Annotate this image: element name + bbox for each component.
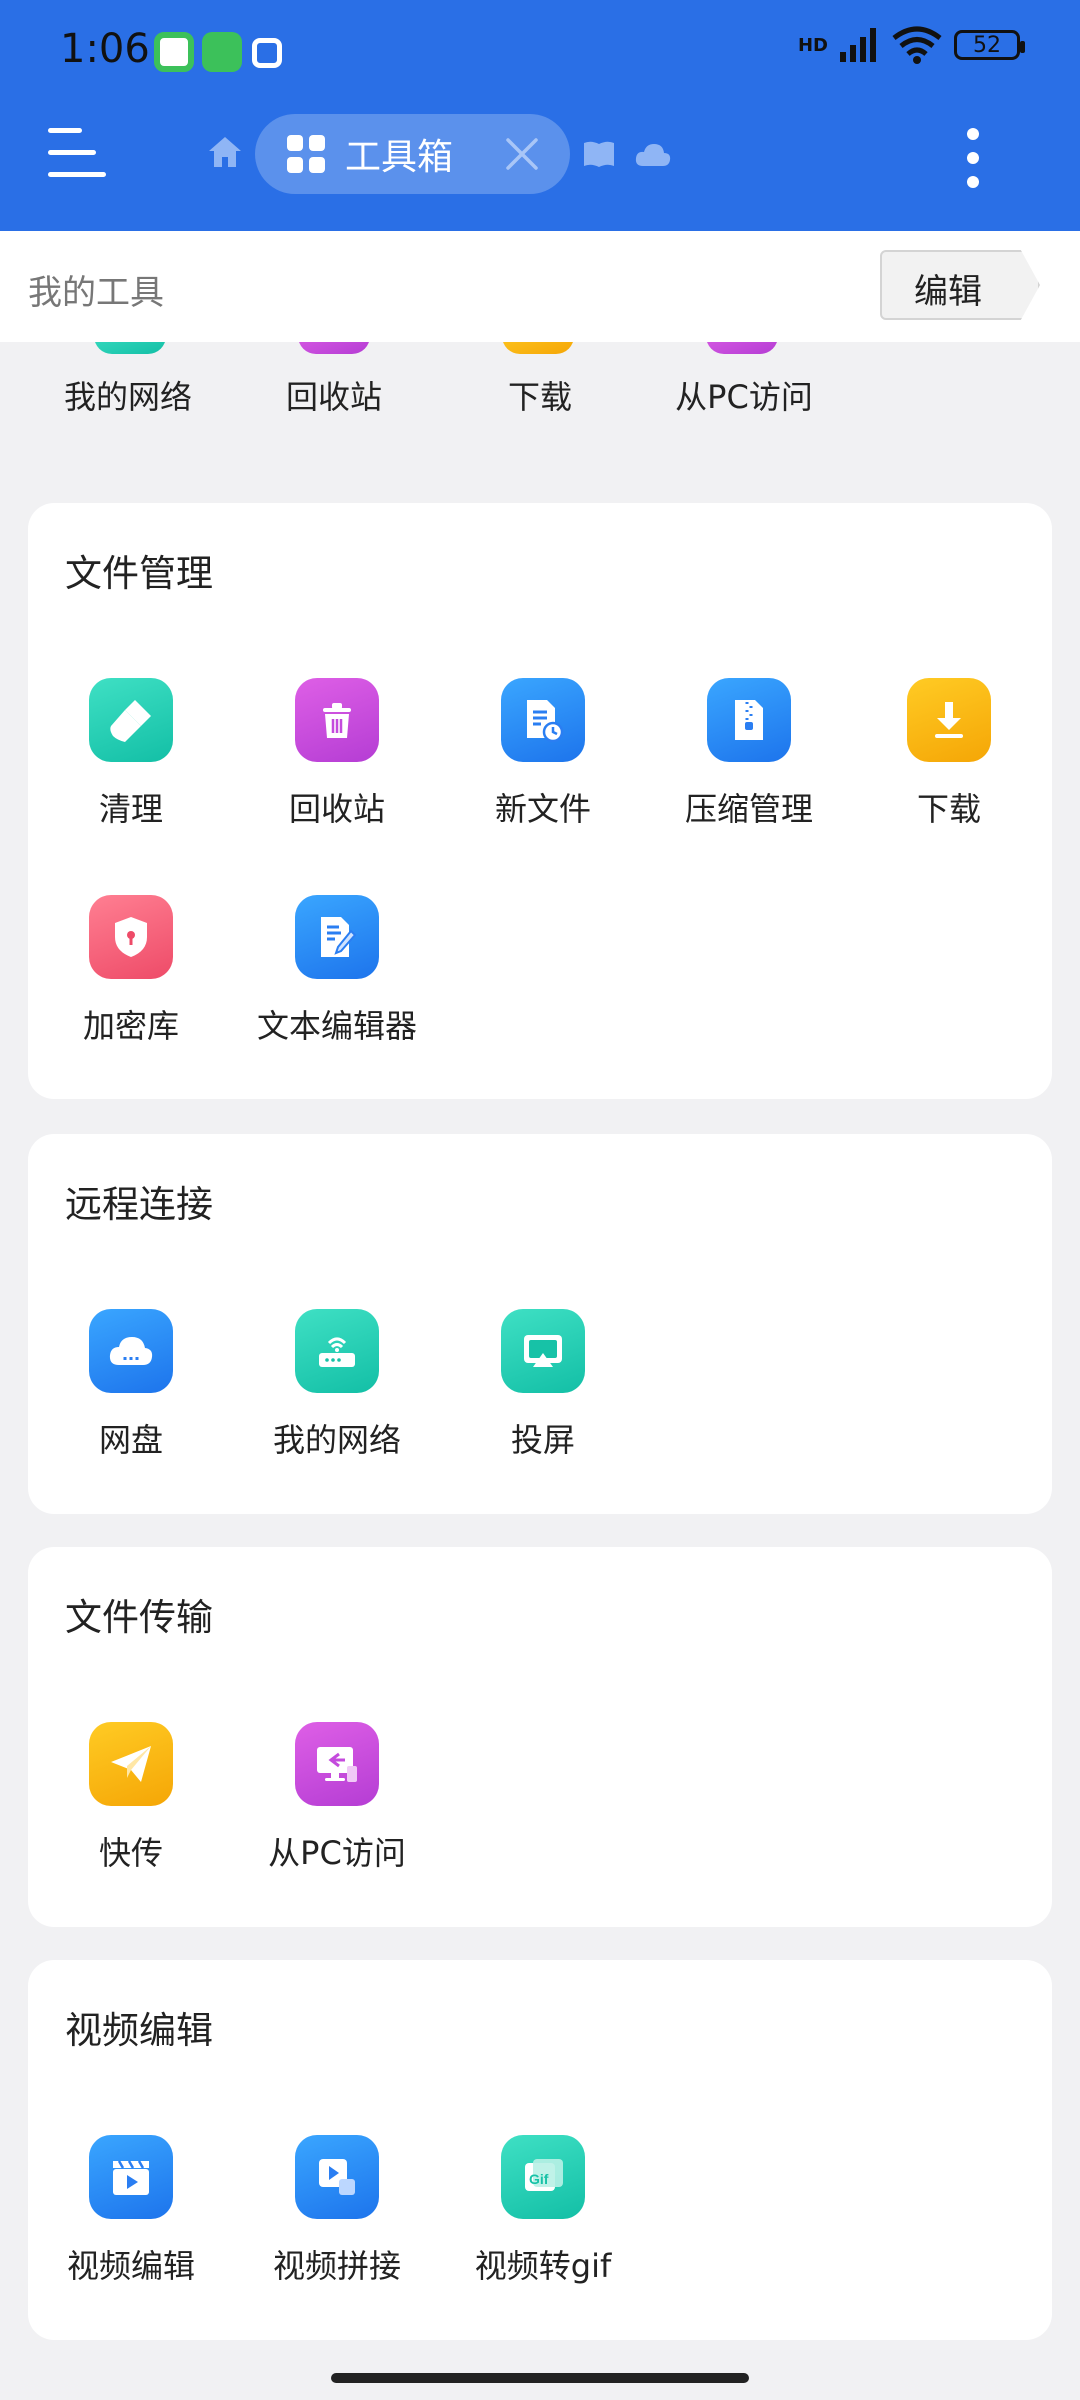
wifi-icon xyxy=(892,26,942,64)
tool-label: 文本编辑器 xyxy=(256,1007,417,1045)
tool-label: 清理 xyxy=(98,790,163,828)
shield-lock-icon xyxy=(89,895,173,979)
tool-label: 新文件 xyxy=(494,790,591,828)
tool-recycle-bin[interactable]: 回收站 xyxy=(234,678,440,830)
zip-icon xyxy=(707,678,791,762)
tool-label: 下载 xyxy=(916,790,981,828)
signal-icon xyxy=(840,28,876,62)
tool-vault[interactable]: 加密库 xyxy=(28,895,234,1047)
network-type: HD xyxy=(797,34,828,56)
pinned-tool-label[interactable]: 从PC访问 xyxy=(644,372,844,418)
tool-label: 我的网络 xyxy=(272,1421,401,1459)
edit-button[interactable]: 编辑 xyxy=(880,250,1040,320)
edit-button-label: 编辑 xyxy=(914,272,982,312)
section-title: 视频编辑 xyxy=(65,2009,213,2052)
tool-quick-send[interactable]: 快传 xyxy=(28,1722,234,1874)
tab-toolbox-label: 工具箱 xyxy=(345,137,454,178)
tool-text-editor[interactable]: 文本编辑器 xyxy=(234,895,440,1047)
top-bar: 1:06 HD 52 工具箱 xyxy=(0,0,1080,231)
pinned-tool-label[interactable]: 下载 xyxy=(440,372,640,418)
pinned-tool-label[interactable]: 我的网络 xyxy=(28,372,228,418)
section-file-transfer: 文件传输 快传 从PC访问 xyxy=(28,1547,1052,1927)
screen-cast-icon xyxy=(501,1309,585,1393)
tool-new-file[interactable]: 新文件 xyxy=(440,678,646,830)
section-file-management: 文件管理 清理 回收站 新文件 压缩管理 下载 加密库 文本编辑器 xyxy=(28,503,1052,1099)
new-file-icon xyxy=(501,678,585,762)
tool-label: 视频转gif xyxy=(474,2247,612,2285)
section-video-editing: 视频编辑 视频编辑 视频拼接 Gif 视频转gif xyxy=(28,1960,1052,2340)
menu-icon[interactable] xyxy=(48,128,106,180)
status-bar: 1:06 HD 52 xyxy=(0,0,1080,104)
status-time: 1:06 xyxy=(60,26,150,72)
app-notification-icon-3 xyxy=(252,38,282,68)
app-notification-icon-2 xyxy=(202,32,242,72)
tool-label: 视频编辑 xyxy=(66,2247,195,2285)
tool-label: 视频拼接 xyxy=(272,2247,401,2285)
tool-video-merge[interactable]: 视频拼接 xyxy=(234,2135,440,2287)
tool-clean[interactable]: 清理 xyxy=(28,678,234,830)
svg-text:Gif: Gif xyxy=(529,2171,549,2187)
tool-my-network[interactable]: 我的网络 xyxy=(234,1309,440,1461)
download-icon xyxy=(907,678,991,762)
tool-label: 从PC访问 xyxy=(268,1834,406,1872)
text-editor-icon xyxy=(295,895,379,979)
section-remote-connection: 远程连接 网盘 我的网络 投屏 xyxy=(28,1134,1052,1514)
tool-pc-access[interactable]: 从PC访问 xyxy=(234,1722,440,1874)
close-icon[interactable] xyxy=(504,136,540,172)
clapper-icon xyxy=(89,2135,173,2219)
tool-label: 投屏 xyxy=(510,1421,575,1459)
status-right: HD 52 xyxy=(797,26,1025,64)
section-title: 远程连接 xyxy=(65,1183,213,1226)
pc-access-icon xyxy=(295,1722,379,1806)
tool-label: 加密库 xyxy=(82,1007,179,1045)
tool-compression[interactable]: 压缩管理 xyxy=(646,678,852,830)
tool-video-to-gif[interactable]: Gif 视频转gif xyxy=(440,2135,646,2287)
home-icon[interactable] xyxy=(207,135,243,169)
app-notification-icon-1 xyxy=(154,32,194,72)
tool-cloud-drive[interactable]: 网盘 xyxy=(28,1309,234,1461)
battery-level: 52 xyxy=(973,32,1001,58)
pinned-tool-label[interactable]: 回收站 xyxy=(234,372,434,418)
video-merge-icon xyxy=(295,2135,379,2219)
section-title: 文件传输 xyxy=(65,1596,213,1639)
home-indicator[interactable] xyxy=(331,2373,749,2383)
more-options-icon[interactable] xyxy=(962,128,984,188)
section-title: 文件管理 xyxy=(65,552,213,595)
paper-plane-icon xyxy=(89,1722,173,1806)
tool-video-edit[interactable]: 视频编辑 xyxy=(28,2135,234,2287)
cloud-drive-icon xyxy=(89,1309,173,1393)
grid-icon xyxy=(287,135,325,173)
cloud-icon[interactable] xyxy=(634,142,672,168)
tool-label: 回收站 xyxy=(288,790,385,828)
battery-indicator: 52 xyxy=(954,30,1025,60)
tool-label: 快传 xyxy=(98,1834,163,1872)
router-icon xyxy=(295,1309,379,1393)
broom-icon xyxy=(89,678,173,762)
book-icon[interactable] xyxy=(582,140,616,168)
tool-screen-cast[interactable]: 投屏 xyxy=(440,1309,646,1461)
gif-icon: Gif xyxy=(501,2135,585,2219)
my-tools-title: 我的工具 xyxy=(28,273,164,313)
trash-icon xyxy=(295,678,379,762)
pinned-tools-row: 我的网络 回收站 下载 从PC访问 xyxy=(0,324,1080,457)
tool-label: 压缩管理 xyxy=(684,790,813,828)
tool-download[interactable]: 下载 xyxy=(846,678,1052,830)
tool-label: 网盘 xyxy=(98,1421,163,1459)
tab-toolbox[interactable]: 工具箱 xyxy=(255,114,570,194)
